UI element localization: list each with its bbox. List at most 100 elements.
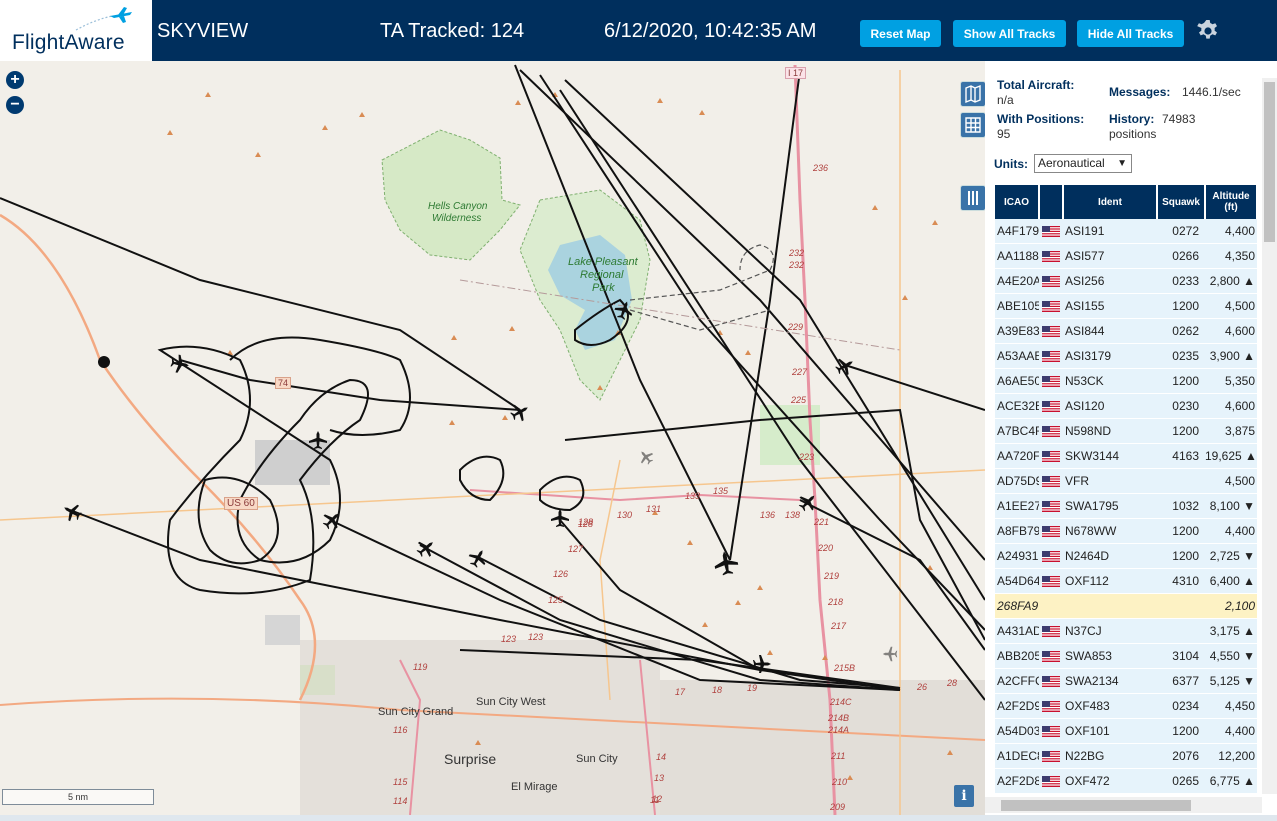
table-row[interactable]: A8FB79 N678WW 1200 4,400 [995,518,1257,544]
table-row[interactable]: A53AAE ASI3179 0235 3,900 ▲ [995,343,1257,369]
aircraft-marker[interactable] [465,545,491,571]
us-flag-icon [1042,401,1060,413]
aircraft-layer[interactable] [0,61,985,815]
table-row[interactable]: A24931 N2464D 1200 2,725 ▼ [995,543,1257,569]
aircraft-marker[interactable] [753,655,771,673]
cell-ident: ASI844 [1063,318,1157,344]
cell-altitude: 4,500 [1205,468,1257,494]
table-row[interactable]: A2F2D8 OXF472 0265 6,775 ▲ [995,768,1257,794]
cell-flag [1039,318,1063,344]
reset-map-button[interactable]: Reset Map [860,20,941,47]
table-row[interactable]: A7BC4F N598ND 1200 3,875 [995,418,1257,444]
us-flag-icon [1042,751,1060,763]
cell-icao: A1DEC8 [995,743,1039,769]
column-header-ident[interactable]: Ident [1063,185,1158,219]
table-row[interactable]: AA1188 ASI577 0266 4,350 [995,243,1257,269]
column-header-squawk[interactable]: Squawk [1157,185,1206,219]
cell-icao: A2F2D9 [995,693,1039,719]
settings-gear-icon[interactable] [1196,19,1220,43]
cell-icao: AA720F [995,443,1039,469]
show-all-tracks-button[interactable]: Show All Tracks [953,20,1066,47]
aircraft-marker[interactable] [507,399,533,425]
cell-flag [1039,718,1063,744]
cell-icao: ACE32E [995,393,1039,419]
cell-flag [1039,568,1063,594]
aircraft-marker[interactable] [309,431,327,449]
cell-icao: 268FA9 [995,593,1039,619]
map-scale-bar: 5 nm [2,789,154,805]
grid-toggle-button[interactable] [960,112,985,138]
cell-altitude: 2,800 ▲ [1205,268,1257,294]
table-row[interactable]: A54D64 OXF112 4310 6,400 ▲ [995,568,1257,594]
map-layer-button[interactable] [960,81,985,107]
cell-squawk: 0235 [1157,343,1205,369]
us-flag-icon [1042,476,1060,488]
table-row[interactable]: A39E83 ASI844 0262 4,600 [995,318,1257,344]
aircraft-marker[interactable] [612,298,636,322]
units-selected-value: Aeronautical [1038,156,1105,170]
cell-squawk: 1200 [1157,418,1205,444]
zoom-in-button[interactable]: + [6,71,24,89]
cell-ident: ASI120 [1063,393,1157,419]
units-select[interactable]: Aeronautical ▼ [1034,154,1132,173]
cell-flag [1039,693,1063,719]
cell-altitude: 12,200 [1205,743,1257,769]
table-row[interactable]: A4F179 ASI191 0272 4,400 [995,219,1257,244]
zoom-out-button[interactable]: − [6,96,24,114]
cell-squawk: 1200 [1157,368,1205,394]
table-row[interactable]: ACE32E ASI120 0230 4,600 [995,393,1257,419]
cell-icao: A54D64 [995,568,1039,594]
aircraft-marker[interactable] [59,499,85,525]
hide-all-tracks-button[interactable]: Hide All Tracks [1077,20,1184,47]
aircraft-marker[interactable] [882,646,898,662]
info-button[interactable]: i [954,785,974,807]
map-view[interactable]: Hells Canyon Wilderness Lake Pleasant Re… [0,61,985,815]
column-toggle-button[interactable] [960,185,985,211]
table-row[interactable]: A4E20A ASI256 0233 2,800 ▲ [995,268,1257,294]
vertical-scroll-thumb[interactable] [1264,82,1275,242]
table-row[interactable]: A2F2D9 OXF483 0234 4,450 [995,693,1257,719]
aircraft-marker[interactable] [319,507,345,533]
cell-icao: A2F2D8 [995,768,1039,794]
cell-squawk [1157,618,1205,644]
us-flag-icon [1042,726,1060,738]
cell-altitude: 6,400 ▲ [1205,568,1257,594]
us-flag-icon [1042,701,1060,713]
us-flag-icon [1042,451,1060,463]
aircraft-marker[interactable] [832,353,858,379]
cell-icao: A4F179 [995,219,1039,244]
table-row[interactable]: A54D03 OXF101 1200 4,400 [995,718,1257,744]
cell-squawk: 0233 [1157,268,1205,294]
flightaware-logo[interactable]: FlightAware [0,0,153,61]
table-row[interactable]: AD75D9 VFR 4,500 [995,468,1257,494]
aircraft-marker[interactable] [551,509,569,527]
column-header-altitude[interactable]: Altitude (ft) [1205,185,1258,219]
total-aircraft-value: n/a [997,93,1014,107]
table-row[interactable]: ABB205 SWA853 3104 4,550 ▼ [995,643,1257,669]
column-header-flag[interactable] [1039,185,1064,219]
cell-flag [1039,743,1063,769]
table-row[interactable]: 268FA9 2,100 [995,593,1257,619]
table-row[interactable]: A1EE27 SWA1795 1032 8,100 ▼ [995,493,1257,519]
table-row[interactable]: A6AE50 N53CK 1200 5,350 [995,368,1257,394]
app-title: SKYVIEW [157,20,249,42]
horizontal-scroll-thumb[interactable] [1001,800,1191,811]
with-positions-value: 95 [997,127,1011,141]
cell-icao: A54D03 [995,718,1039,744]
aircraft-marker[interactable] [413,535,439,561]
column-header-icao[interactable]: ICAO [995,185,1040,219]
aircraft-marker[interactable] [635,446,657,468]
table-row[interactable]: A2CFFC SWA213463775,125 ▼ [995,668,1257,694]
table-row[interactable]: AA720F SKW3144 4163 19,625 ▲ [995,443,1257,469]
cell-ident: OXF483 [1063,693,1157,719]
us-flag-icon [1042,276,1060,288]
messages-value: 1446.1/sec [1182,85,1241,99]
table-row[interactable]: A1DEC8 N22BG207612,200 [995,743,1257,769]
history-label: History: [1109,112,1155,126]
aircraft-marker[interactable] [795,489,821,515]
aircraft-marker[interactable] [169,353,191,375]
table-row[interactable]: ABE105 ASI155 1200 4,500 [995,293,1257,319]
aircraft-marker[interactable] [712,549,740,577]
table-row[interactable]: A431AD N37CJ 3,175 ▲ [995,618,1257,644]
cell-flag [1039,493,1063,519]
